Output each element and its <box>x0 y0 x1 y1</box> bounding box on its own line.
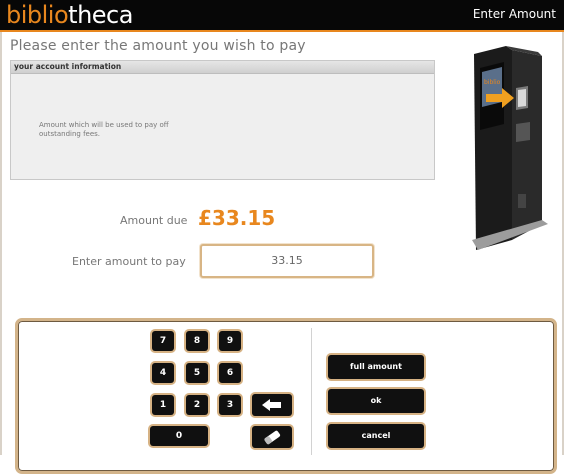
key-8[interactable]: 8 <box>186 331 208 351</box>
key-5[interactable]: 5 <box>186 363 208 383</box>
title-accent-line <box>0 30 564 32</box>
logo-part-2: theca <box>68 1 133 29</box>
key-9[interactable]: 9 <box>219 331 241 351</box>
key-4[interactable]: 4 <box>152 363 174 383</box>
account-info-text: Amount which will be used to pay off out… <box>39 121 169 138</box>
account-info-panel: your account information Amount which wi… <box>10 60 435 180</box>
ok-button[interactable]: ok <box>328 389 424 413</box>
clear-button[interactable] <box>252 426 292 448</box>
full-amount-button[interactable]: full amount <box>328 355 424 379</box>
enter-amount-label: Enter amount to pay <box>72 255 186 268</box>
key-0[interactable]: 0 <box>150 426 208 446</box>
frame-left <box>0 32 2 455</box>
amount-due-label: Amount due <box>120 214 188 227</box>
key-6[interactable]: 6 <box>219 363 241 383</box>
svg-text:biblio: biblio <box>484 79 501 86</box>
page-heading: Please enter the amount you wish to pay <box>10 38 306 54</box>
logo-part-1: biblio <box>6 1 69 29</box>
eraser-icon <box>264 430 281 445</box>
key-3[interactable]: 3 <box>219 395 241 415</box>
amount-due-value: £33.15 <box>198 206 276 230</box>
amount-input[interactable]: 33.15 <box>200 244 374 278</box>
account-info-header: your account information <box>11 61 434 74</box>
screen-title: Enter Amount <box>472 7 556 21</box>
key-1[interactable]: 1 <box>152 395 174 415</box>
backspace-button[interactable] <box>252 394 292 416</box>
title-bar: bibliotheca Enter Amount <box>0 0 564 30</box>
key-2[interactable]: 2 <box>186 395 208 415</box>
cancel-button[interactable]: cancel <box>328 424 424 448</box>
key-7[interactable]: 7 <box>152 331 174 351</box>
left-arrow-icon <box>262 399 281 411</box>
keypad-divider <box>311 328 312 455</box>
bibliotheca-logo: bibliotheca <box>6 1 133 29</box>
kiosk-image: biblio <box>472 46 548 250</box>
